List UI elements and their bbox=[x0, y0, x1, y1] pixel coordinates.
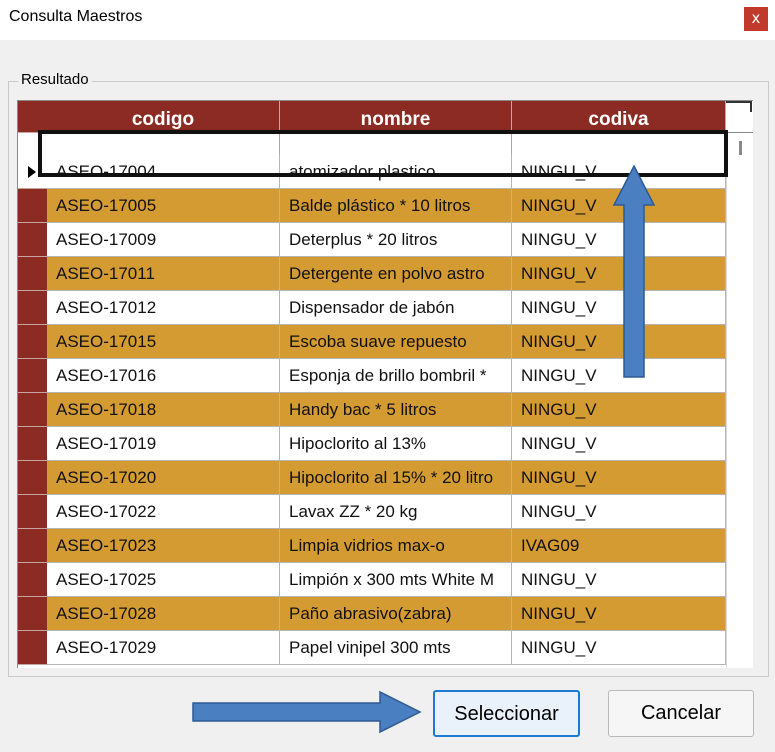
select-button[interactable]: Seleccionar bbox=[433, 690, 580, 737]
cancel-button[interactable]: Cancelar bbox=[608, 690, 754, 737]
annotation-overlay bbox=[192, 164, 656, 734]
annotation-up-arrow bbox=[612, 164, 656, 378]
annotation-right-arrow bbox=[192, 690, 422, 734]
